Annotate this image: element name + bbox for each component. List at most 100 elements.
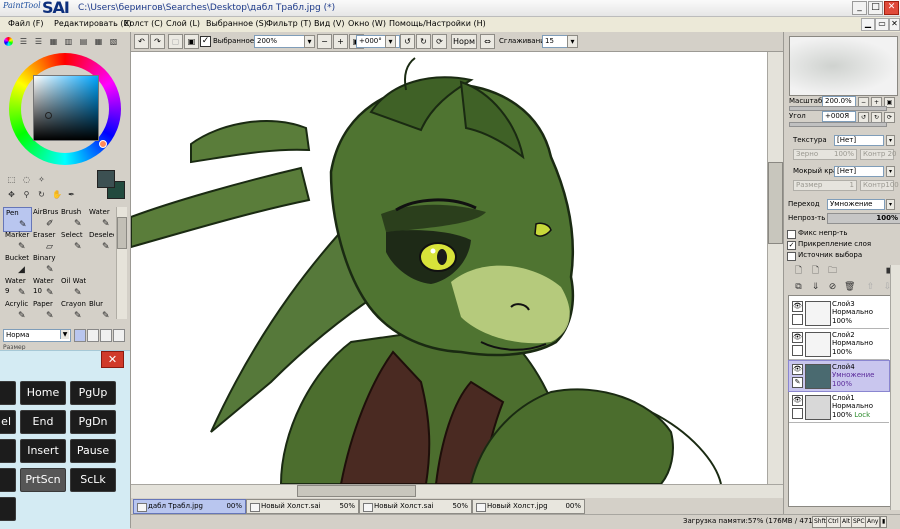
keyboard-close-button[interactable]: ✕ — [101, 351, 124, 368]
nav-angle-value[interactable]: +000Я — [822, 111, 856, 122]
zoom-select[interactable]: 200% — [254, 35, 306, 48]
color-history-tab-icon[interactable]: ▦ — [94, 37, 103, 46]
navigator-preview[interactable] — [789, 36, 898, 96]
rgb-slider-tab-icon[interactable]: ☰ — [19, 37, 28, 46]
brush-shape-flat-icon[interactable] — [87, 329, 99, 342]
canvas[interactable] — [131, 52, 767, 484]
tool-pen[interactable]: Pen ✎ — [3, 207, 32, 232]
copy-layer-icon[interactable]: ⧉ — [793, 282, 804, 293]
wet-edge-select[interactable]: [Нет] — [834, 166, 884, 177]
rotate-left-icon[interactable]: ↺ — [400, 34, 415, 49]
tool-water-9[interactable]: Water 9 ✎ — [3, 276, 30, 299]
chevron-down-icon[interactable]: ▾ — [567, 35, 578, 48]
new-layer-icon[interactable]: 🗋 — [793, 266, 804, 277]
eye-icon[interactable]: 👁 — [792, 332, 803, 343]
hue-marker[interactable] — [99, 140, 107, 148]
layer-row[interactable]: 👁 Слой1 Нормально 100% Lock — [789, 392, 889, 423]
eye-icon[interactable]: 👁 — [792, 301, 803, 312]
key-partial[interactable] — [0, 468, 16, 492]
texture-grain-field[interactable]: Зерно 100% — [793, 149, 857, 160]
canvas-horizontal-scrollbar[interactable] — [131, 484, 783, 498]
texture-select[interactable]: [Нет] — [834, 135, 884, 146]
delete-layer-icon[interactable]: 🗑 — [844, 282, 855, 293]
key-pgup[interactable]: PgUp — [70, 381, 116, 405]
zoom-out-icon[interactable]: − — [317, 34, 332, 49]
swatches-tab-icon[interactable]: ▦ — [49, 37, 58, 46]
rotate-reset-icon[interactable]: ⟳ — [432, 34, 447, 49]
eye-icon[interactable]: 👁 — [792, 395, 803, 406]
zoom-in-icon[interactable]: + — [333, 34, 348, 49]
tool-deselect[interactable]: Deselect ✎ — [87, 230, 114, 253]
layer-row[interactable]: 👁 Слой3 Нормально 100% — [789, 298, 889, 329]
tool-eraser[interactable]: Eraser ▱ — [31, 230, 58, 253]
menu-filter[interactable]: Фильтр (T) — [266, 19, 311, 28]
canvas-horizontal-scroll-thumb[interactable] — [297, 485, 416, 497]
layer-opacity-slider[interactable]: 100% — [827, 213, 900, 224]
key-pause[interactable]: Pause — [70, 439, 116, 463]
sv-cursor[interactable] — [45, 112, 52, 119]
tool-select[interactable]: Select ✎ — [59, 230, 86, 253]
menu-edit[interactable]: Редактировать (E) — [54, 19, 132, 28]
menu-help[interactable]: Помощь/Настройки (H) — [389, 19, 486, 28]
layer-row[interactable]: 👁 Слой2 Нормально 100% — [789, 329, 889, 360]
primary-color-swatch[interactable] — [97, 170, 115, 188]
tool-paper[interactable]: Paper ✎ — [31, 299, 58, 322]
chevron-down-icon[interactable]: ▾ — [304, 35, 315, 48]
tool-blur[interactable]: Blur ✎ — [87, 299, 114, 322]
rotate-icon[interactable]: ↻ — [37, 190, 46, 199]
tool-crayon[interactable]: Crayon ✎ — [59, 299, 86, 322]
canvas-vertical-scroll-thumb[interactable] — [768, 162, 783, 244]
move-layer-up-icon[interactable]: ⇧ — [865, 282, 876, 293]
chevron-down-icon[interactable]: ▾ — [886, 135, 895, 146]
lasso-icon[interactable]: ◌ — [22, 175, 31, 184]
layer-lock-toggle[interactable] — [792, 408, 803, 419]
key-partial[interactable] — [0, 381, 16, 405]
mdi-restore-icon[interactable]: ▭ — [875, 18, 889, 31]
tool-grid-scroll-thumb[interactable] — [117, 217, 127, 249]
maximize-button[interactable]: □ — [868, 1, 883, 15]
new-folder-icon[interactable]: 🗀 — [827, 266, 838, 277]
menu-file[interactable]: Файл (F) — [8, 19, 44, 28]
invert-selection-icon[interactable]: ▣ — [184, 34, 199, 49]
menu-layer[interactable]: Слой (L) — [166, 19, 200, 28]
key-partial[interactable] — [0, 497, 16, 521]
wet-edge-size-field[interactable]: Размер 1 — [793, 180, 857, 191]
flip-horizontal-icon[interactable]: ⇔ — [480, 34, 495, 49]
scratchpad-tab-icon[interactable]: ▤ — [79, 37, 88, 46]
fix-opacity-checkbox[interactable] — [787, 230, 796, 239]
merge-down-icon[interactable]: ⇓ — [810, 282, 821, 293]
mixer-tab-icon[interactable]: ▥ — [64, 37, 73, 46]
rect-select-icon[interactable]: ⬚ — [7, 175, 16, 184]
menu-canvas[interactable]: Холст (C) — [124, 19, 163, 28]
hsv-slider-tab-icon[interactable]: ☰ — [34, 37, 43, 46]
selection-checkbox[interactable]: ✓ — [200, 36, 211, 47]
texture-contrast-field[interactable]: Контр 20 — [860, 149, 897, 160]
move-icon[interactable]: ✥ — [7, 190, 16, 199]
tool-water-10[interactable]: Water 10 ✎ — [31, 276, 58, 299]
canvas-vertical-scrollbar[interactable] — [767, 52, 784, 484]
layer-lock-toggle[interactable] — [792, 314, 803, 325]
deselect-icon[interactable]: ▢ — [168, 34, 183, 49]
minimize-button[interactable]: _ — [852, 1, 867, 15]
tool-bucket[interactable]: Bucket ◢ — [3, 253, 30, 276]
zoom-icon[interactable]: ⚲ — [22, 190, 31, 199]
brush-shape-round-icon[interactable] — [100, 329, 112, 342]
undo-icon[interactable]: ↶ — [134, 34, 149, 49]
chevron-down-icon[interactable]: ▾ — [385, 35, 396, 48]
tool-water[interactable]: Water ✎ — [87, 207, 114, 230]
document-tab[interactable]: Новый Холст.sai 50% — [359, 499, 472, 514]
tool-acrylic[interactable]: Acrylic ✎ — [3, 299, 30, 322]
chevron-down-icon[interactable]: ▾ — [886, 166, 895, 177]
clear-layer-icon[interactable]: ⊘ — [827, 282, 838, 293]
key-partial[interactable] — [0, 439, 16, 463]
layer-row[interactable]: 👁 ✎ Слой4 Умножение 100% — [788, 360, 890, 392]
tool-airbrush[interactable]: AirBrush ✐ — [31, 207, 58, 230]
magic-wand-icon[interactable]: ✧ — [37, 175, 46, 184]
tool-binary[interactable]: Binary ✎ — [31, 253, 58, 276]
clip-layer-checkbox[interactable]: ✓ — [787, 241, 796, 250]
clipping-brush-icon[interactable]: ✎ — [792, 377, 803, 388]
flip-mode-button[interactable]: Норм — [451, 34, 477, 49]
tool-marker[interactable]: Marker ✎ — [3, 230, 30, 253]
new-linework-layer-icon[interactable]: 🗋 — [810, 266, 821, 277]
document-tab[interactable]: дабл Трабл.jpg 00% — [133, 499, 246, 514]
